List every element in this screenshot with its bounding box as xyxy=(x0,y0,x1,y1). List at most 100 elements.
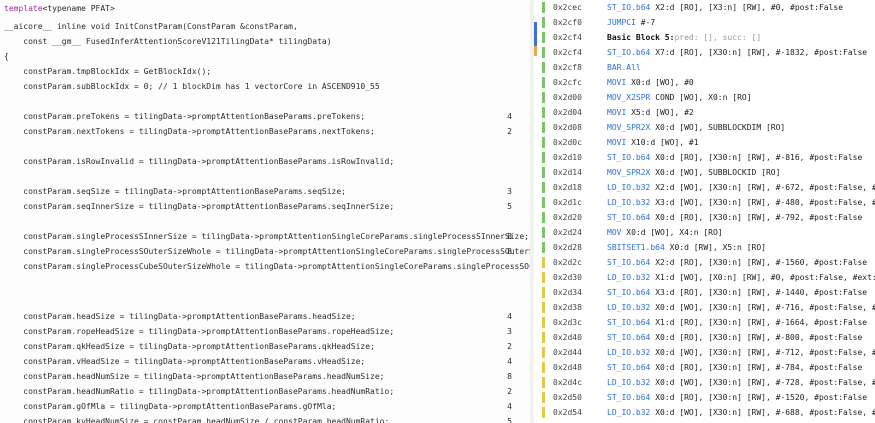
instruction-body: ST_IO.b64 X0:d [RO], [X30:n] [RW], #-152… xyxy=(607,390,867,405)
code-line[interactable]: constParam.singleProcessSOuterSizeWhole … xyxy=(4,246,530,258)
code-line[interactable]: constParam.headNumSize = tilingData->pro… xyxy=(4,371,384,383)
coverage-gutter xyxy=(542,407,545,418)
operands: X2:d [RO], [X30:n] [RW], #-1560, #post:F… xyxy=(655,258,868,267)
execution-count: 5 xyxy=(507,417,512,423)
asm-instruction-row[interactable]: 0x2d2c ST_IO.b64 X2:d [RO], [X30:n] [RW],… xyxy=(537,255,875,270)
code-line[interactable]: constParam.isRowInvalid = tilingData->pr… xyxy=(4,156,394,168)
asm-instruction-row[interactable]: 0x2d28 SBITSET1.b64 X0:d [RW], X5:n [RO] xyxy=(537,240,875,255)
code-line[interactable]: constParam.qkHeadSize = tilingData->prom… xyxy=(4,341,375,353)
instruction-address: 0x2cec xyxy=(553,3,582,12)
asm-instruction-row[interactable]: 0x2d34 ST_IO.b64 X3:d [RO], [X30:n] [RW],… xyxy=(537,285,875,300)
asm-instruction-row[interactable]: 0x2cfc MOVI X0:d [WO], #0 xyxy=(537,75,875,90)
code-line[interactable]: template<typename PFAT> xyxy=(4,3,115,15)
asm-instruction-row[interactable]: 0x2d00 MOV_X2SPR COND [WO], X0:n [RO] xyxy=(537,90,875,105)
asm-instruction-row[interactable]: 0x2cf4 ST_IO.b64 X7:d [RO], [X30:n] [RW],… xyxy=(537,45,875,60)
instruction-body: LD_IO.b32 X0:d [WO], [X30:n] [RW], #-728… xyxy=(607,375,875,390)
asm-instruction-row[interactable]: 0x2cf0 JUMPCI #-7 xyxy=(537,15,875,30)
instruction-body: Basic Block 5:pred: [], succ: [] xyxy=(607,30,761,45)
pane-divider[interactable] xyxy=(530,0,534,423)
asm-instruction-row[interactable]: 0x2d44 LD_IO.b32 X0:d [WO], [X30:n] [RW],… xyxy=(537,345,875,360)
coverage-gutter xyxy=(542,92,545,103)
execution-count xyxy=(502,66,512,78)
coverage-gutter xyxy=(542,392,545,403)
asm-instruction-row[interactable]: 0x2d1c LD_IO.b32 X3:d [WO], [X30:n] [RW],… xyxy=(537,195,875,210)
instruction-address: 0x2d1c xyxy=(553,198,582,207)
code-line[interactable]: constParam.seqSize = tilingData->promptA… xyxy=(4,186,346,198)
opcode: LD_IO.b32 xyxy=(607,198,651,207)
instruction-address: 0x2cf4 xyxy=(553,33,582,42)
execution-count: 4 xyxy=(507,312,512,321)
instruction-body: MOVI X0:d [WO], #0 xyxy=(607,75,694,90)
code-line[interactable]: constParam.subBlockIdx = 0; // 1 blockDi… xyxy=(4,81,379,93)
code-line[interactable]: const __gm__ FusedInferAttentionScoreV12… xyxy=(4,36,331,48)
execution-count: 4 xyxy=(507,357,512,366)
instruction-address: 0x2cf0 xyxy=(553,18,582,27)
code-line[interactable]: constParam.seqInnerSize = tilingData->pr… xyxy=(4,201,394,213)
instruction-address: 0x2d24 xyxy=(553,228,582,237)
code-line[interactable]: constParam.headSize = tilingData->prompt… xyxy=(4,311,355,323)
execution-count xyxy=(502,171,512,183)
instruction-body: MOVI X10:d [WO], #1 xyxy=(607,135,699,150)
asm-instruction-row[interactable]: 0x2d48 ST_IO.b64 X0:d [RO], [X30:n] [RW],… xyxy=(537,360,875,375)
instruction-address: 0x2cf8 xyxy=(553,63,582,72)
code-line[interactable]: constParam.kvHeadNumSize = constParam.he… xyxy=(4,416,389,423)
code-line[interactable]: constParam.tmpBlockIdx = GetBlockIdx(); xyxy=(4,66,211,78)
instruction-address: 0x2d34 xyxy=(553,288,582,297)
asm-instruction-row[interactable]: 0x2d10 ST_IO.b64 X0:d [RO], [X30:n] [RW],… xyxy=(537,150,875,165)
asm-instruction-row[interactable]: 0x2cec ST_IO.b64 X2:d [RO], [X3:n] [RW], … xyxy=(537,0,875,15)
instruction-body: ST_IO.b64 X3:d [RO], [X30:n] [RW], #-144… xyxy=(607,285,867,300)
asm-instruction-row[interactable]: 0x2d18 LD_IO.b32 X2:d [WO], [X30:n] [RW],… xyxy=(537,180,875,195)
asm-instruction-row[interactable]: 0x2cf8 BAR.All xyxy=(537,60,875,75)
coverage-gutter xyxy=(542,152,545,163)
asm-instruction-row[interactable]: 0x2d0c MOVI X10:d [WO], #1 xyxy=(537,135,875,150)
opcode: MOVI xyxy=(607,78,627,87)
code-line[interactable]: constParam.gOfMla = tilingData->promptAt… xyxy=(4,401,336,413)
instruction-body: BAR.All xyxy=(607,60,646,75)
code-line[interactable]: constParam.nextTokens = tilingData->prom… xyxy=(4,126,375,138)
coverage-gutter xyxy=(542,197,545,208)
execution-count: 2 xyxy=(507,127,512,136)
asm-instruction-row[interactable]: 0x2d14 MOV_SPR2X X0:d [WO], SUBBLOCKID [R… xyxy=(537,165,875,180)
instruction-body: SBITSET1.b64 X0:d [RW], X5:n [RO] xyxy=(607,240,766,255)
instruction-address: 0x2d2c xyxy=(553,258,582,267)
assembly-pane[interactable]: 0x2cec ST_IO.b64 X2:d [RO], [X3:n] [RW], … xyxy=(537,0,875,423)
opcode: LD_IO.b32 xyxy=(607,183,651,192)
source-code-pane[interactable]: template<typename PFAT> __aicore__ inline… xyxy=(0,0,530,423)
code-line[interactable]: { xyxy=(4,51,9,63)
asm-instruction-row[interactable]: 0x2d54 LD_IO.b32 X0:d [WO], [X30:n] [RW],… xyxy=(537,405,875,420)
operands: X5:d [WO], #2 xyxy=(631,108,694,117)
asm-instruction-row[interactable]: 0x2d40 ST_IO.b64 X0:d [RO], [X30:n] [RW],… xyxy=(537,330,875,345)
code-line[interactable]: constParam.singleProcessCubeSOuterSizeWh… xyxy=(4,261,530,273)
coverage-gutter xyxy=(542,242,545,253)
coverage-gutter xyxy=(542,362,545,373)
code-line[interactable]: constParam.preTokens = tilingData->promp… xyxy=(4,111,365,123)
code-line[interactable]: constParam.ropeHeadSize = tilingData->pr… xyxy=(4,326,394,338)
code-line[interactable]: constParam.vHeadSize = tilingData->promp… xyxy=(4,356,365,368)
code-line[interactable]: constParam.headNumRatio = tilingData->pr… xyxy=(4,386,394,398)
asm-instruction-row[interactable]: 0x2d4c LD_IO.b32 X0:d [WO], [X30:n] [RW],… xyxy=(537,375,875,390)
operands: X2:d [WO], [X30:n] [RW], #-672, #post:Fa… xyxy=(655,183,875,192)
asm-instruction-row[interactable]: 0x2d20 ST_IO.b64 X0:d [RO], [X30:n] [RW],… xyxy=(537,210,875,225)
coverage-gutter xyxy=(542,122,545,133)
basic-block-header[interactable]: 0x2cf4 Basic Block 5:pred: [], succ: [] xyxy=(537,30,875,45)
execution-count xyxy=(502,291,512,303)
instruction-address: 0x2cf4 xyxy=(553,48,582,57)
instruction-address: 0x2d20 xyxy=(553,213,582,222)
code-line[interactable]: __aicore__ inline void InitConstParam(Co… xyxy=(4,21,298,33)
basic-block-note: pred: [], succ: [] xyxy=(674,33,762,42)
asm-instruction-row[interactable]: 0x2d08 MOV_SPR2X X0:d [WO], SUBBLOCKDIM [… xyxy=(537,120,875,135)
opcode: ST_IO.b64 xyxy=(607,288,651,297)
operands: X0:d [WO], #0 xyxy=(631,78,694,87)
asm-instruction-row[interactable]: 0x2d30 LD_IO.b32 X1:d [WO], [X0:n] [RW], … xyxy=(537,270,875,285)
instruction-body: MOVI X5:d [WO], #2 xyxy=(607,105,694,120)
execution-count: 3 xyxy=(507,327,512,336)
code-line[interactable]: constParam.singleProcessSInnerSize = til… xyxy=(4,231,529,243)
asm-instruction-row[interactable]: 0x2d24 MOV X0:d [WO], X4:n [RO] xyxy=(537,225,875,240)
asm-instruction-row[interactable]: 0x2d04 MOVI X5:d [WO], #2 xyxy=(537,105,875,120)
asm-instruction-row[interactable]: 0x2d38 LD_IO.b32 X0:d [WO], [X30:n] [RW],… xyxy=(537,300,875,315)
asm-instruction-row[interactable]: 0x2d50 ST_IO.b64 X0:d [RO], [X30:n] [RW],… xyxy=(537,390,875,405)
operands: COND [WO], X0:n [RO] xyxy=(655,93,752,102)
asm-instruction-row[interactable]: 0x2d3c ST_IO.b64 X1:d [RO], [X30:n] [RW],… xyxy=(537,315,875,330)
instruction-address: 0x2d28 xyxy=(553,243,582,252)
coverage-gutter xyxy=(542,272,545,283)
